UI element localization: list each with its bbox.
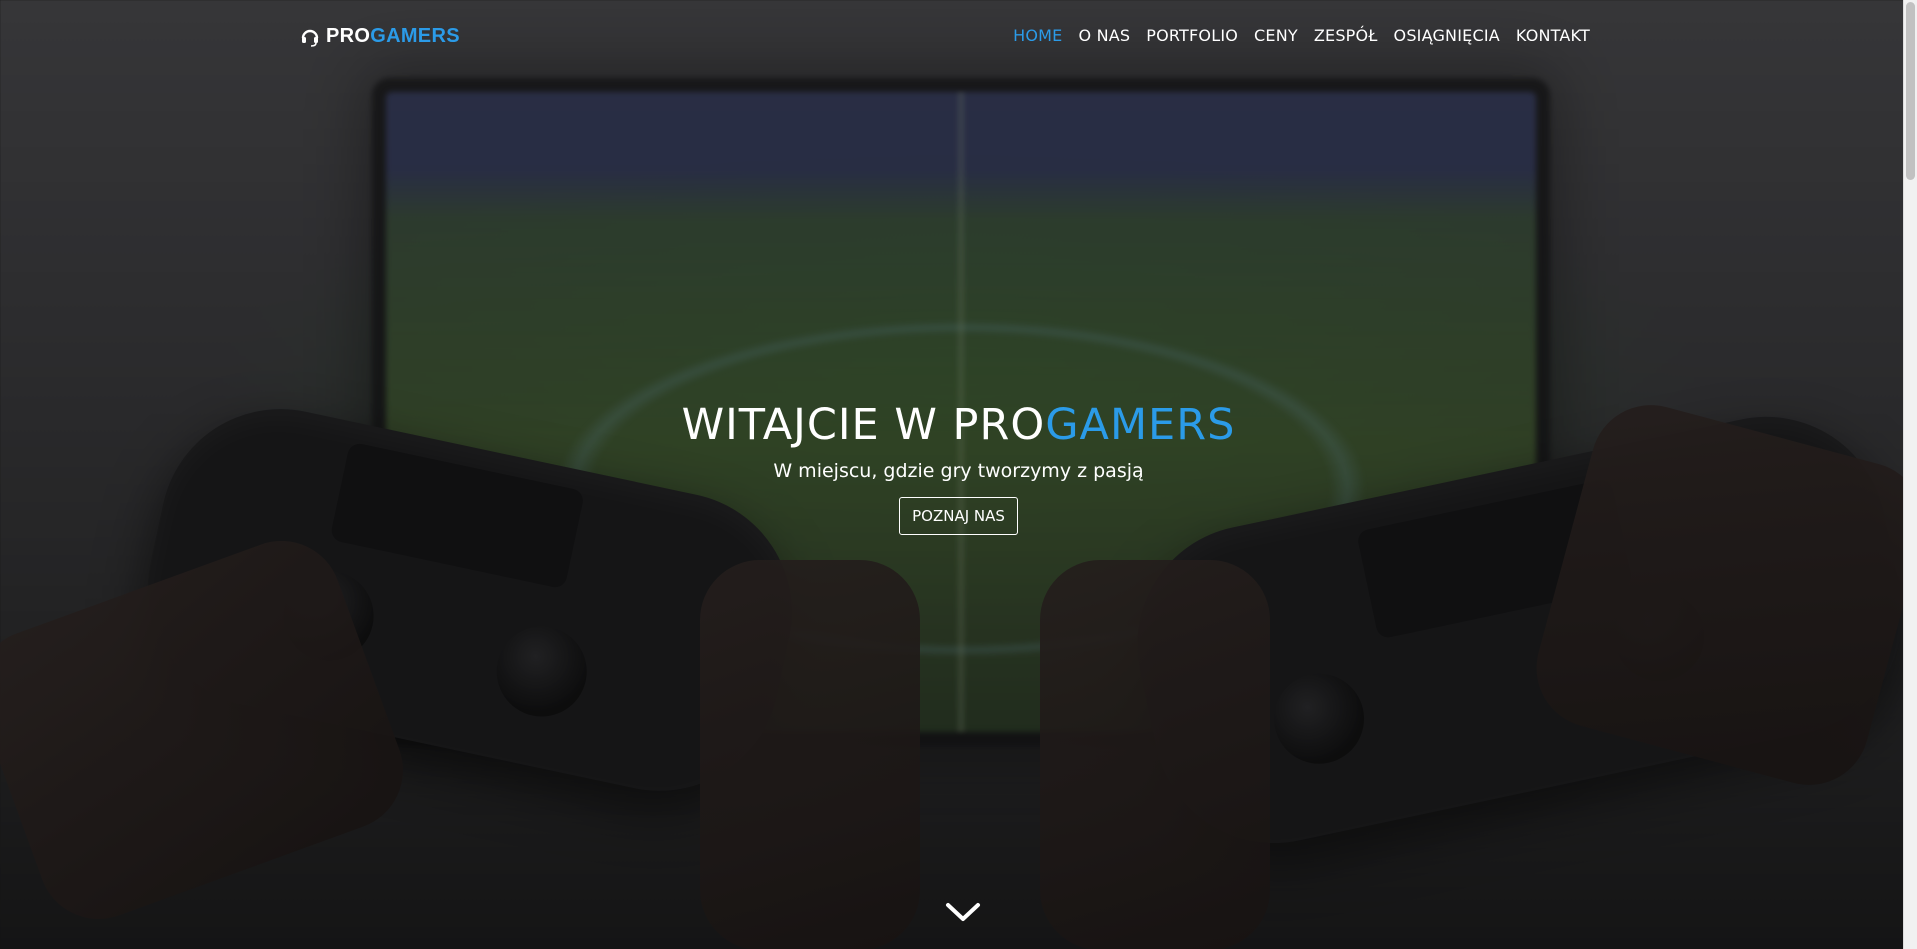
brand-logo[interactable]: PRO GAMERS <box>300 25 460 48</box>
hero-section: WITAJCIE W PROGAMERS W miejscu, gdzie gr… <box>0 400 1917 535</box>
scrollbar-thumb[interactable] <box>1906 2 1915 180</box>
hero-subtitle: W miejscu, gdzie gry tworzymy z pasją <box>773 460 1144 482</box>
nav-item-ceny[interactable]: CENY <box>1254 26 1298 45</box>
nav-item-osiagniecia[interactable]: OSIĄGNIĘCIA <box>1394 26 1500 45</box>
headset-icon <box>300 27 320 47</box>
nav-item-zespol[interactable]: ZESPÓŁ <box>1314 26 1378 45</box>
brand-name-part1: PRO <box>326 25 371 47</box>
nav-item-home[interactable]: HOME <box>1013 26 1062 45</box>
nav-item-kontakt[interactable]: KONTAKT <box>1516 26 1590 45</box>
top-navigation: PRO GAMERS HOME O NAS PORTFOLIO CENY ZESP… <box>0 0 1917 74</box>
hero-title: WITAJCIE W PROGAMERS <box>0 400 1917 450</box>
brand-name-part2: GAMERS <box>370 25 460 47</box>
hero-title-part2: GAMERS <box>1045 400 1236 450</box>
page: PRO GAMERS HOME O NAS PORTFOLIO CENY ZESP… <box>0 0 1917 949</box>
nav-item-o-nas[interactable]: O NAS <box>1078 26 1130 45</box>
chevron-down-icon[interactable] <box>945 900 981 924</box>
page-scrollbar[interactable] <box>1903 0 1917 949</box>
poznaj-nas-button[interactable]: POZNAJ NAS <box>899 497 1018 535</box>
hero-title-part1: WITAJCIE W PRO <box>681 400 1046 450</box>
nav-menu: HOME O NAS PORTFOLIO CENY ZESPÓŁ OSIĄGNI… <box>1013 26 1590 45</box>
nav-item-portfolio[interactable]: PORTFOLIO <box>1146 26 1238 45</box>
